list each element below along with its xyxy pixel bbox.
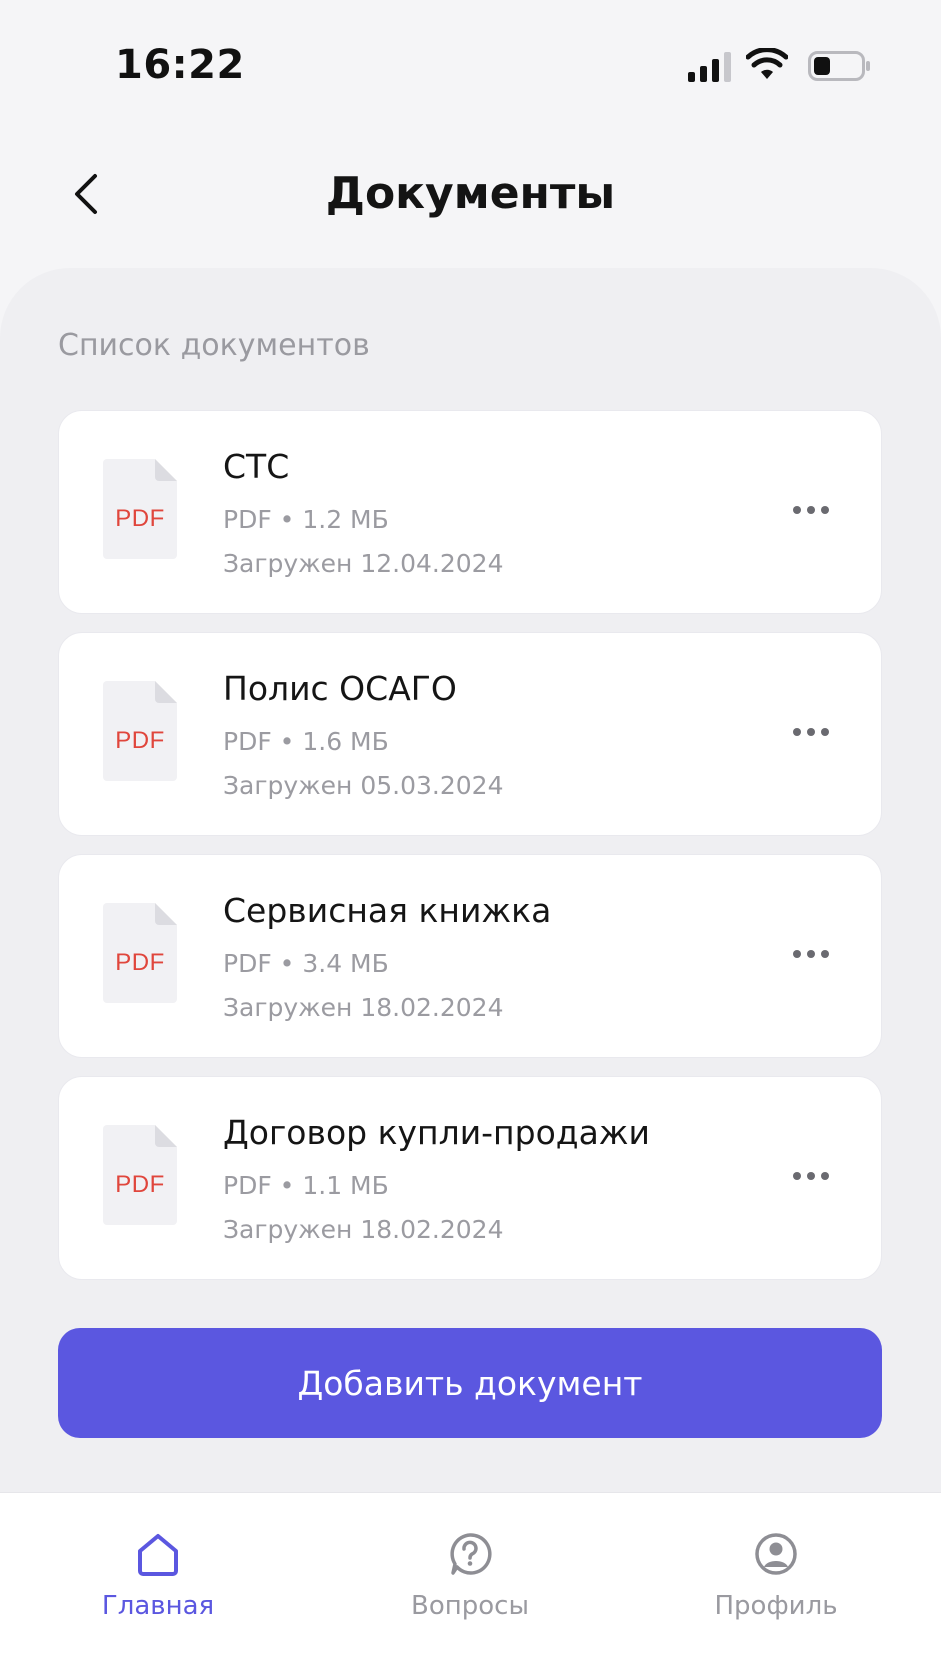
question-icon bbox=[450, 1533, 492, 1575]
more-options-button[interactable] bbox=[785, 715, 837, 749]
pdf-label: PDF bbox=[115, 727, 165, 754]
pdf-file-icon: PDF bbox=[103, 903, 177, 1003]
document-meta: PDF • 1.1 МБ bbox=[223, 1171, 389, 1200]
nav-label-home: Главная bbox=[101, 1591, 215, 1621]
pdf-label: PDF bbox=[115, 505, 165, 532]
pdf-file-icon: PDF bbox=[103, 1125, 177, 1225]
add-document-button[interactable]: Добавить документ bbox=[58, 1328, 882, 1438]
document-upload-date: Загружен 18.02.2024 bbox=[223, 1215, 504, 1244]
nav-item-profile[interactable]: Профиль bbox=[676, 1531, 876, 1621]
nav-label-profile: Профиль bbox=[714, 1591, 838, 1621]
document-name: СТС bbox=[223, 447, 290, 486]
more-options-button[interactable] bbox=[785, 1159, 837, 1193]
battery-icon bbox=[808, 51, 870, 81]
more-dots-icon bbox=[793, 950, 801, 958]
document-name: Договор купли-продажи bbox=[223, 1113, 650, 1152]
pdf-label: PDF bbox=[115, 949, 165, 976]
nav-item-home[interactable]: Главная bbox=[58, 1531, 258, 1621]
document-meta: PDF • 1.6 МБ bbox=[223, 727, 389, 756]
content-sheet: Список документов PDF СТС PDF • 1.2 МБ З… bbox=[0, 268, 941, 1492]
more-dots-icon bbox=[793, 506, 801, 514]
status-time: 16:22 bbox=[115, 42, 245, 88]
document-name: Полис ОСАГО bbox=[223, 669, 457, 708]
status-bar: 16:22 bbox=[0, 0, 941, 130]
nav-item-questions[interactable]: Вопросы bbox=[370, 1531, 570, 1621]
pdf-file-icon: PDF bbox=[103, 459, 177, 559]
more-options-button[interactable] bbox=[785, 493, 837, 527]
document-upload-date: Загружен 18.02.2024 bbox=[223, 993, 504, 1022]
document-list: PDF СТС PDF • 1.2 МБ Загружен 12.04.2024… bbox=[58, 410, 882, 1298]
document-upload-date: Загружен 12.04.2024 bbox=[223, 549, 504, 578]
document-card[interactable]: PDF Сервисная книжка PDF • 3.4 МБ Загруж… bbox=[58, 854, 882, 1058]
section-label: Список документов bbox=[58, 328, 370, 363]
more-options-button[interactable] bbox=[785, 937, 837, 971]
wifi-icon bbox=[746, 48, 788, 79]
document-card[interactable]: PDF СТС PDF • 1.2 МБ Загружен 12.04.2024 bbox=[58, 410, 882, 614]
nav-label-questions: Вопросы bbox=[411, 1591, 529, 1621]
document-upload-date: Загружен 05.03.2024 bbox=[223, 771, 504, 800]
document-meta: PDF • 1.2 МБ bbox=[223, 505, 389, 534]
profile-icon bbox=[755, 1533, 797, 1575]
cellular-signal-icon bbox=[688, 52, 731, 82]
documents-screen: 16:22 Документы Список документов PDF СТ… bbox=[0, 0, 941, 1672]
more-dots-icon bbox=[793, 728, 801, 736]
page-title: Документы bbox=[325, 168, 616, 219]
document-meta: PDF • 3.4 МБ bbox=[223, 949, 389, 978]
pdf-file-icon: PDF bbox=[103, 681, 177, 781]
bottom-navigation: Главная Вопросы Профиль bbox=[0, 1492, 941, 1672]
header: Документы bbox=[0, 150, 941, 240]
more-dots-icon bbox=[793, 1172, 801, 1180]
pdf-label: PDF bbox=[115, 1171, 165, 1198]
document-card[interactable]: PDF Договор купли-продажи PDF • 1.1 МБ З… bbox=[58, 1076, 882, 1280]
home-icon bbox=[138, 1534, 178, 1576]
document-name: Сервисная книжка bbox=[223, 891, 552, 930]
document-card[interactable]: PDF Полис ОСАГО PDF • 1.6 МБ Загружен 05… bbox=[58, 632, 882, 836]
